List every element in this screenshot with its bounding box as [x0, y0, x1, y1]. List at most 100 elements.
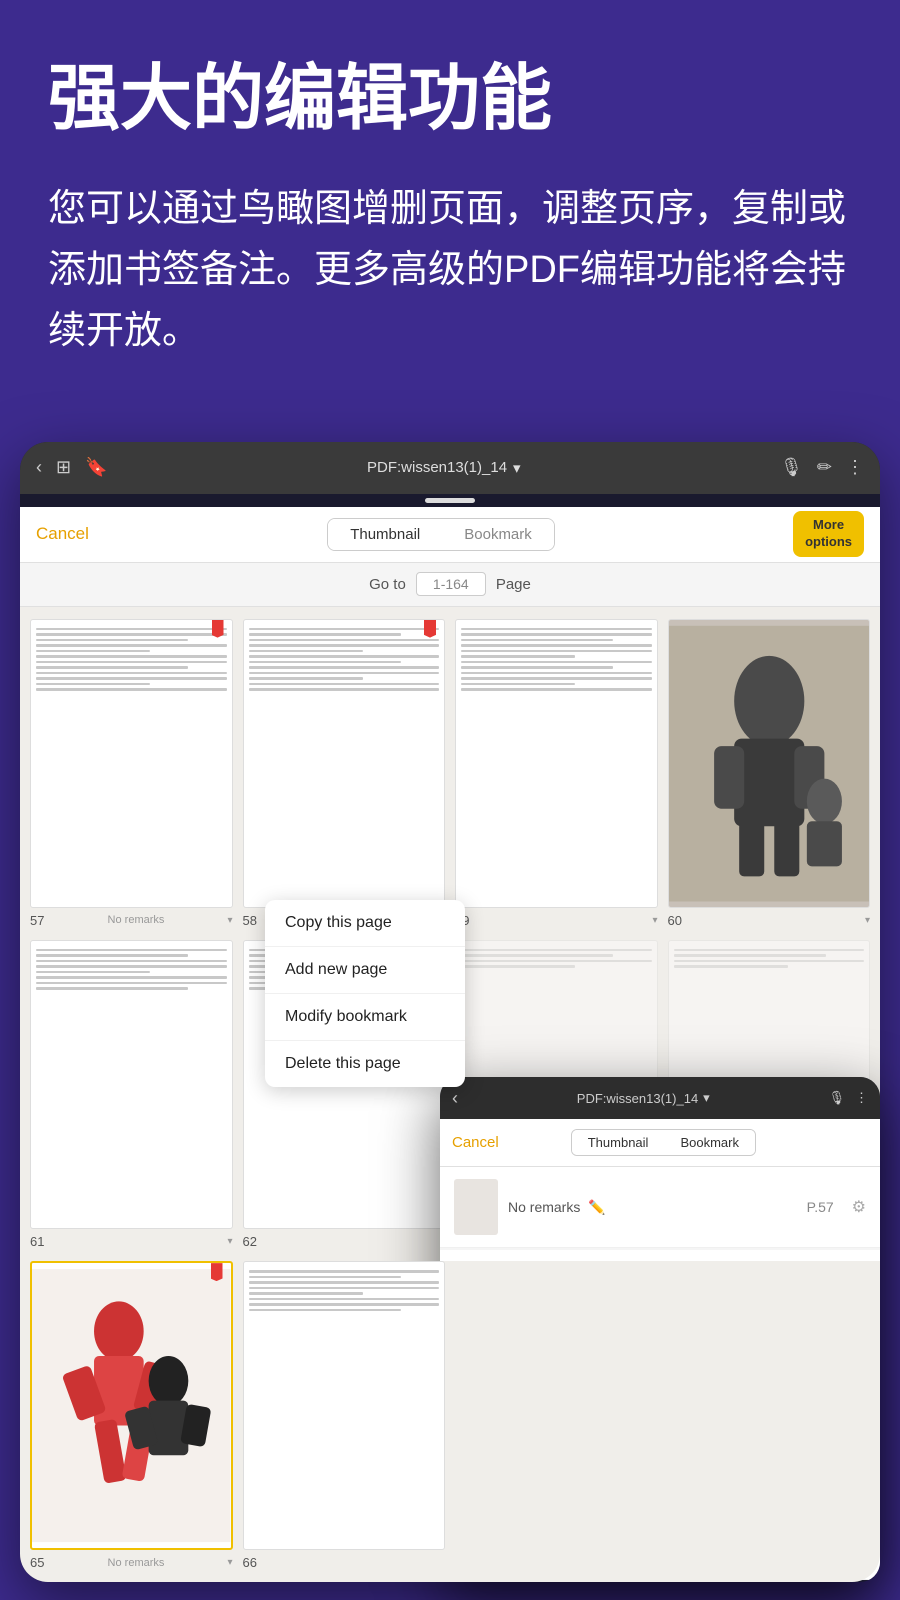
- hero-section: 强大的编辑功能 您可以通过鸟瞰图增删页面，调整页序，复制或添加书签备注。更多高级…: [0, 0, 900, 402]
- second-topbar-right: 🎙 ⋮: [828, 1090, 868, 1106]
- thumb-label-row-57: 57 No remarks ▾: [30, 913, 233, 928]
- second-tab-bookmark[interactable]: Bookmark: [664, 1130, 755, 1155]
- page-text-lines: [669, 941, 870, 979]
- thumb-label-row-60: 60 ▾: [668, 913, 871, 928]
- device-container: ‹ ⊞ 🔖 PDF:wissen13(1)_14 ▾ 🎙 ✏ ⋮ Cancel …: [0, 442, 900, 1583]
- bookmark-item-p57[interactable]: No remarks ✏️ P.57 ⚙: [440, 1167, 880, 1248]
- tab-thumbnail[interactable]: Thumbnail: [328, 519, 442, 550]
- dropdown-icon[interactable]: ▾: [513, 459, 521, 477]
- thumb-remarks: No remarks: [108, 914, 165, 926]
- thumb-58[interactable]: 58 No remarks ▾: [243, 619, 446, 928]
- bookmark-page-p57: P.57: [807, 1199, 834, 1215]
- thumb-65[interactable]: 65 No remarks ▾: [30, 1261, 233, 1570]
- page-text-lines: [244, 1262, 445, 1322]
- topbar-right-icons: 🎙 ✏ ⋮: [780, 457, 864, 478]
- more-options-button[interactable]: Moreoptions: [793, 511, 864, 557]
- goto-label: Go to: [369, 576, 406, 593]
- chevron-down-icon[interactable]: ▾: [227, 1236, 232, 1247]
- page-text-lines: [456, 941, 657, 979]
- thumb-num: 61: [30, 1234, 44, 1249]
- main-tablet: ‹ ⊞ 🔖 PDF:wissen13(1)_14 ▾ 🎙 ✏ ⋮ Cancel …: [20, 442, 880, 1583]
- page-text-lines: [456, 620, 657, 702]
- grid-icon[interactable]: ⊞: [56, 457, 71, 478]
- bookmark-flag: [212, 620, 224, 638]
- illustration-svg: [669, 620, 870, 907]
- thumbnail-grid-row3: 65 No remarks ▾ 66: [20, 1261, 880, 1582]
- thumb-num: 57: [30, 913, 44, 928]
- thumb-label-row-66: 66: [243, 1555, 446, 1570]
- chevron-down-icon[interactable]: ▾: [652, 915, 657, 926]
- illustration-colored-svg: [32, 1263, 231, 1548]
- thumb-page-58: [243, 619, 446, 908]
- thumb-label-row-59: 59 ▾: [455, 913, 658, 928]
- hero-description: 您可以通过鸟瞰图增删页面，调整页序，复制或添加书签备注。更多高级的PDF编辑功能…: [48, 179, 852, 361]
- page-text-lines: [244, 620, 445, 702]
- page-label: Page: [496, 576, 531, 593]
- context-menu: Copy this page Add new page Modify bookm…: [265, 900, 465, 1087]
- pdf-toolbar: Cancel Thumbnail Bookmark Moreoptions: [20, 507, 880, 563]
- bookmark-flag: [424, 620, 436, 638]
- second-cancel-button[interactable]: Cancel: [452, 1134, 499, 1151]
- goto-bar: Go to 1-164 Page: [20, 563, 880, 607]
- page-text-lines: [31, 620, 232, 702]
- bookmark-gear-icon[interactable]: ⚙: [852, 1197, 866, 1217]
- add-new-page-item[interactable]: Add new page: [265, 947, 465, 994]
- thumb-page-65: [30, 1261, 233, 1550]
- thumb-num: 60: [668, 913, 682, 928]
- copy-this-page-item[interactable]: Copy this page: [265, 900, 465, 947]
- second-pdf-toolbar: Cancel Thumbnail Bookmark: [440, 1119, 880, 1167]
- second-dropdown-icon[interactable]: ▾: [703, 1090, 710, 1106]
- pen-icon[interactable]: ✏: [817, 457, 832, 478]
- page-text-lines: [31, 941, 232, 1001]
- thumb-num: 66: [243, 1555, 257, 1570]
- thumb-60[interactable]: 60 ▾: [668, 619, 871, 928]
- thumb-page-61: [30, 940, 233, 1229]
- thumb-label-row-61: 61 ▾: [30, 1234, 233, 1249]
- tab-bookmark[interactable]: Bookmark: [442, 519, 554, 550]
- second-mic-icon[interactable]: 🎙: [828, 1090, 845, 1106]
- chevron-down-icon[interactable]: ▾: [865, 915, 870, 926]
- thumb-page-59: [455, 619, 658, 908]
- mic-icon[interactable]: 🎙: [780, 457, 803, 478]
- thumb-57[interactable]: 57 No remarks ▾: [30, 619, 233, 928]
- chevron-down-icon[interactable]: ▾: [227, 915, 232, 926]
- cancel-button[interactable]: Cancel: [36, 524, 89, 544]
- thumb-59[interactable]: 59 ▾: [455, 619, 658, 928]
- thumb-label-row-65: 65 No remarks ▾: [30, 1555, 233, 1570]
- drag-handle: [425, 498, 475, 503]
- thumb-page-57: [30, 619, 233, 908]
- thumb-num: 58: [243, 913, 257, 928]
- second-back-icon[interactable]: ‹: [452, 1088, 458, 1109]
- second-more-icon[interactable]: ⋮: [855, 1090, 868, 1106]
- thumb-num: 65: [30, 1555, 44, 1570]
- topbar-center: PDF:wissen13(1)_14 ▾: [367, 459, 521, 477]
- second-tab-group: Thumbnail Bookmark: [571, 1129, 756, 1156]
- filename-label: PDF:wissen13(1)_14: [367, 459, 507, 476]
- more-icon[interactable]: ⋮: [846, 457, 864, 478]
- modify-bookmark-item[interactable]: Modify bookmark: [265, 994, 465, 1041]
- bookmark-label-p57: No remarks ✏️: [508, 1199, 797, 1216]
- second-topbar: ‹ PDF:wissen13(1)_14 ▾ 🎙 ⋮: [440, 1077, 880, 1119]
- second-filename: PDF:wissen13(1)_14: [577, 1091, 698, 1106]
- chevron-down-icon[interactable]: ▾: [227, 1557, 232, 1568]
- thumb-num: 62: [243, 1234, 257, 1249]
- second-topbar-center: PDF:wissen13(1)_14 ▾: [577, 1090, 710, 1106]
- thumb-label-row-62: 62 ▾: [243, 1234, 446, 1249]
- bookmark-flag: [211, 1263, 223, 1281]
- tab-group: Thumbnail Bookmark: [327, 518, 555, 551]
- back-icon[interactable]: ‹: [36, 457, 42, 478]
- thumb-remarks: No remarks: [108, 1557, 165, 1569]
- goto-input[interactable]: 1-164: [416, 572, 486, 596]
- thumbnail-grid-row1: 57 No remarks ▾: [20, 607, 880, 940]
- second-tab-thumbnail[interactable]: Thumbnail: [572, 1130, 665, 1155]
- thumb-61[interactable]: 61 ▾: [30, 940, 233, 1249]
- bookmark-thumb-p57: [454, 1179, 498, 1235]
- hero-title: 强大的编辑功能: [48, 60, 852, 139]
- tablet-topbar: ‹ ⊞ 🔖 PDF:wissen13(1)_14 ▾ 🎙 ✏ ⋮: [20, 442, 880, 494]
- bookmark-icon[interactable]: 🔖: [85, 457, 107, 478]
- thumb-page-66: [243, 1261, 446, 1550]
- thumb-66[interactable]: 66: [243, 1261, 446, 1570]
- delete-this-page-item[interactable]: Delete this page: [265, 1041, 465, 1087]
- thumb-page-60: [668, 619, 871, 908]
- topbar-left-icons: ‹ ⊞ 🔖: [36, 457, 108, 478]
